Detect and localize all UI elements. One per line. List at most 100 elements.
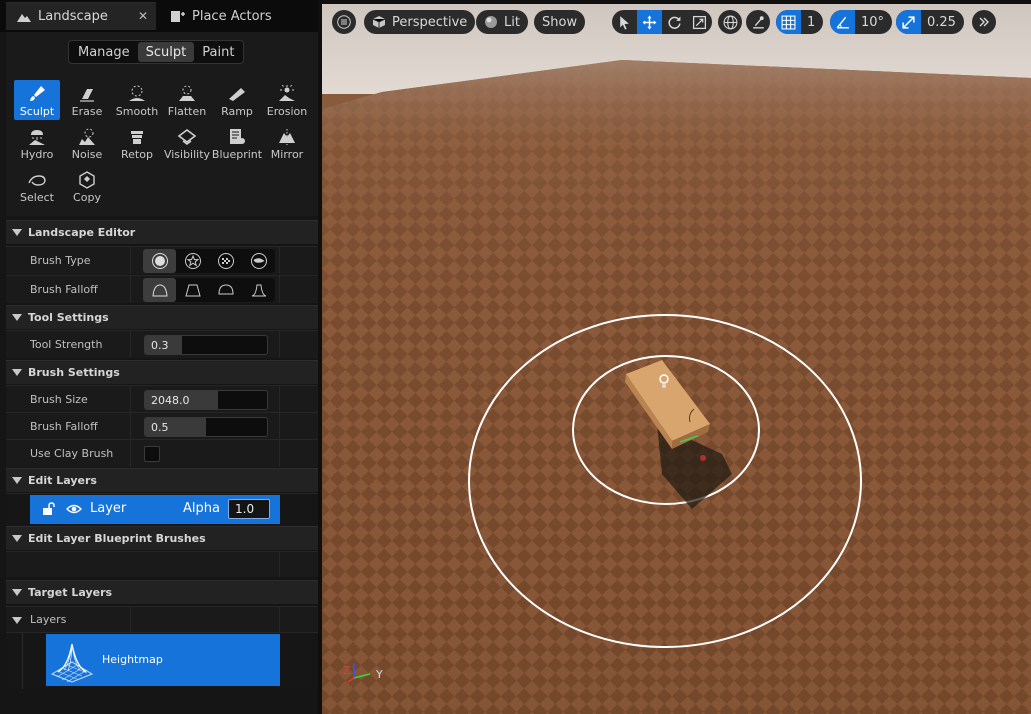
cube-icon: [372, 16, 386, 28]
collapse-caret-icon: [12, 589, 22, 596]
tool-ramp[interactable]: Ramp: [214, 80, 260, 120]
brush-falloff-type-selector: [143, 278, 275, 302]
scale-snap-value[interactable]: 0.25: [921, 15, 964, 30]
scale-snap-toggle[interactable]: [896, 10, 921, 34]
edit-layer-item[interactable]: Layer Alpha 1.0: [30, 495, 280, 524]
mode-sculpt-button[interactable]: Sculpt: [137, 42, 195, 62]
lit-button[interactable]: Lit: [476, 10, 528, 34]
mode-manage-button[interactable]: Manage: [70, 42, 138, 62]
tool-strength-label: Tool Strength: [30, 338, 103, 351]
section-landscape-editor[interactable]: Landscape Editor: [6, 220, 318, 244]
tab-landscape[interactable]: Landscape ✕: [6, 2, 156, 30]
scale-snap-group: 0.25: [896, 10, 964, 34]
level-viewport[interactable]: [322, 4, 1031, 714]
show-button[interactable]: Show: [534, 10, 586, 34]
viewport-options-button[interactable]: [332, 10, 356, 34]
star-brush-icon: [184, 253, 201, 269]
divider: [130, 276, 131, 303]
grid-snap-toggle[interactable]: [776, 10, 801, 34]
brush-type-circle[interactable]: [143, 249, 176, 273]
section-title: Landscape Editor: [28, 226, 136, 239]
layers-row[interactable]: Layers: [6, 606, 318, 632]
brush-type-pattern[interactable]: [209, 249, 242, 273]
tool-strength-field[interactable]: 0.3: [144, 335, 268, 355]
tool-select[interactable]: Select: [14, 166, 60, 206]
brush-type-alpha[interactable]: [176, 249, 209, 273]
tip-falloff-icon: [251, 284, 266, 297]
brush-falloff-field[interactable]: 0.5: [144, 417, 268, 437]
rotation-snap-value[interactable]: 10°: [855, 15, 892, 30]
rotation-snap-group: 10°: [830, 10, 893, 34]
divider: [279, 276, 280, 303]
translate-mode-button[interactable]: [637, 10, 662, 34]
section-title: Brush Settings: [28, 366, 120, 379]
tab-place-actors[interactable]: Place Actors: [160, 2, 310, 30]
section-target-layers[interactable]: Target Layers: [6, 580, 318, 604]
divider: [130, 386, 131, 413]
eye-icon[interactable]: [66, 503, 82, 515]
tab-bar: Landscape ✕ Place Actors: [0, 0, 318, 32]
use-clay-brush-checkbox[interactable]: [144, 446, 160, 462]
collapse-caret-icon: [12, 229, 22, 236]
select-mode-button[interactable]: [612, 10, 637, 34]
section-brush-settings[interactable]: Brush Settings: [6, 360, 318, 384]
tool-sculpt[interactable]: Sculpt: [14, 80, 60, 120]
brush-falloff-type-label: Brush Falloff: [30, 283, 98, 296]
falloff-linear[interactable]: [176, 278, 209, 302]
tool-erosion[interactable]: Erosion: [264, 80, 310, 120]
tool-blueprint[interactable]: Blueprint: [212, 123, 262, 163]
surface-snapping-button[interactable]: [746, 10, 770, 34]
rotate-mode-button[interactable]: [662, 10, 687, 34]
tool-hydro[interactable]: Hydro: [14, 123, 60, 163]
blueprint-icon: [230, 129, 245, 144]
section-title: Target Layers: [28, 586, 113, 599]
unlock-icon[interactable]: [42, 502, 56, 516]
divider: [279, 386, 280, 413]
heightmap-thumbnail-icon: [50, 643, 94, 683]
axis-z-label: Z: [343, 664, 351, 677]
select-icon: [28, 175, 46, 186]
mode-bar: Manage Sculpt Paint: [6, 32, 318, 72]
mode-paint-button[interactable]: Paint: [194, 42, 242, 62]
tool-label: Ramp: [221, 105, 253, 118]
rotate-icon: [668, 16, 681, 29]
tool-visibility[interactable]: Visibility: [164, 123, 210, 163]
component-brush-icon: [250, 253, 267, 269]
more-options-button[interactable]: [972, 10, 996, 34]
close-icon[interactable]: ✕: [138, 9, 148, 23]
scale-icon: [692, 15, 707, 29]
tool-erase[interactable]: Erase: [64, 80, 110, 120]
section-title: Tool Settings: [28, 311, 109, 324]
section-tool-settings[interactable]: Tool Settings: [6, 305, 318, 329]
tab-label: Place Actors: [192, 8, 272, 24]
divider: [130, 247, 131, 274]
brush-size-field[interactable]: 2048.0: [144, 390, 268, 410]
tool-flatten[interactable]: Flatten: [164, 80, 210, 120]
perspective-button[interactable]: Perspective: [364, 10, 476, 34]
coordinate-space-button[interactable]: [718, 10, 742, 34]
tool-noise[interactable]: Noise: [64, 123, 110, 163]
falloff-tip[interactable]: [242, 278, 275, 302]
grid-snap-value[interactable]: 1: [801, 15, 823, 30]
divider: [279, 413, 280, 440]
alpha-input[interactable]: 1.0: [228, 499, 270, 519]
brush-type-component[interactable]: [242, 249, 275, 273]
divider: [279, 331, 280, 358]
spherical-falloff-icon: [217, 284, 234, 295]
tool-smooth[interactable]: Smooth: [114, 80, 160, 120]
tool-mirror[interactable]: Mirror: [264, 123, 310, 163]
smooth-icon: [129, 85, 145, 101]
scale-mode-button[interactable]: [687, 10, 712, 34]
surface-snap-icon: [752, 15, 764, 29]
section-edit-layers[interactable]: Edit Layers: [6, 468, 318, 492]
falloff-smooth[interactable]: [143, 278, 176, 302]
section-edit-layer-blueprint-brushes[interactable]: Edit Layer Blueprint Brushes: [6, 526, 318, 550]
brush-size-label: Brush Size: [30, 393, 88, 406]
heightmap-label: Heightmap: [102, 653, 163, 666]
falloff-spherical[interactable]: [209, 278, 242, 302]
divider: [279, 247, 280, 274]
tool-copy[interactable]: Copy: [64, 166, 110, 206]
heightmap-layer-item[interactable]: Heightmap: [46, 634, 280, 686]
tool-retop[interactable]: Retop: [114, 123, 160, 163]
rotation-snap-toggle[interactable]: [830, 10, 855, 34]
